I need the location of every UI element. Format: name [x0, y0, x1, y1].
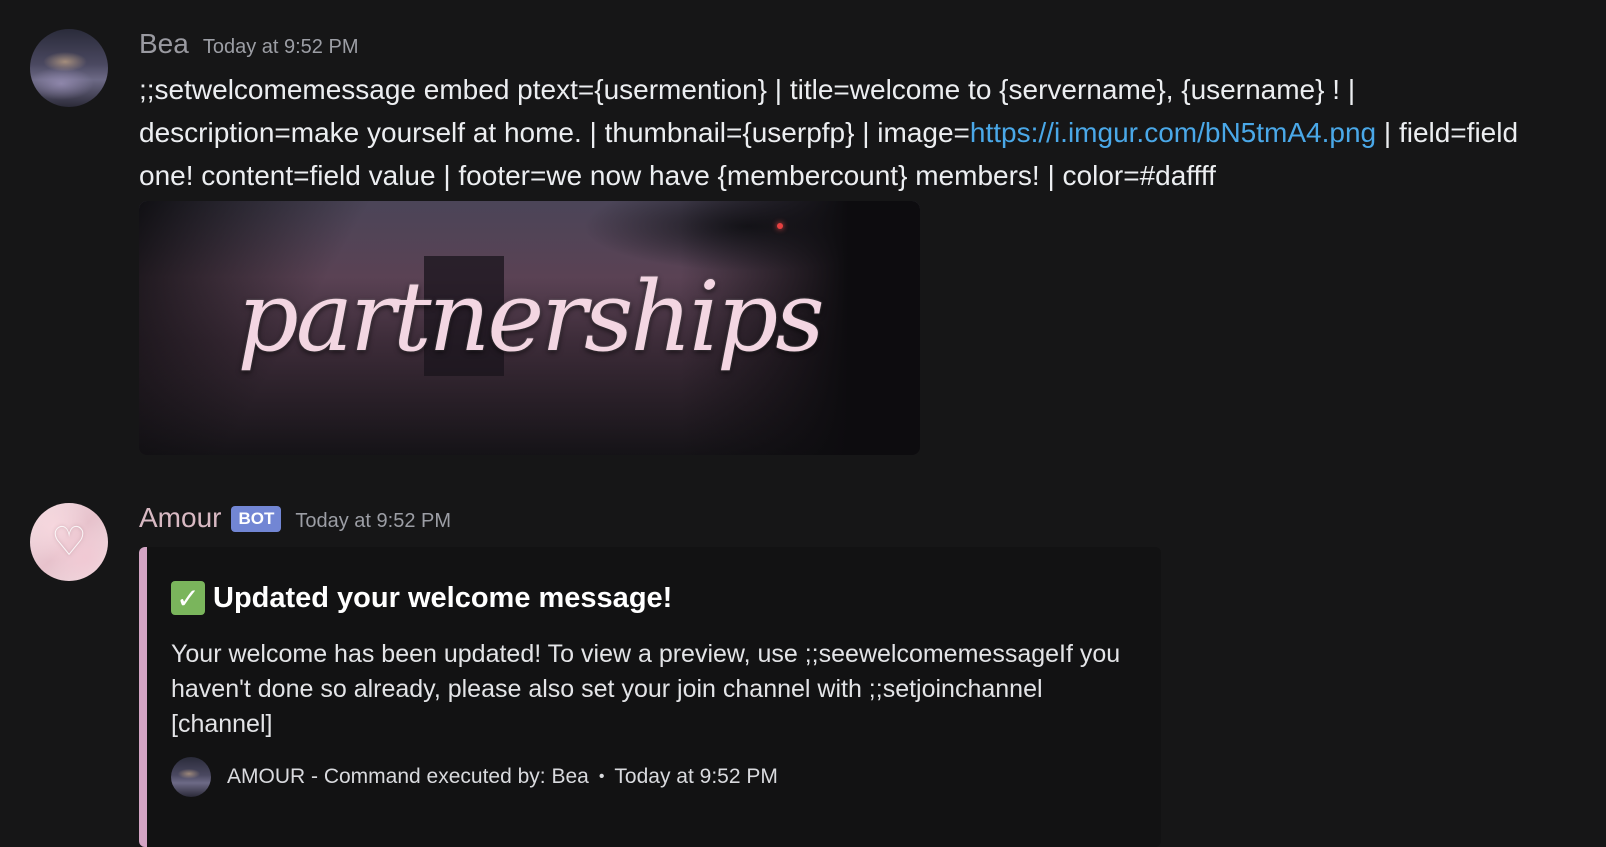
bot-embed: ✓ Updated your welcome message! Your wel… [139, 547, 1161, 847]
red-light [777, 223, 783, 229]
username[interactable]: Bea [139, 28, 189, 60]
timestamp: Today at 9:52 PM [202, 36, 359, 58]
timestamp: Today at 9:52 PM [295, 510, 452, 532]
bea-avatar[interactable] [30, 29, 108, 107]
footer-avatar-icon [171, 757, 211, 797]
embed-footer: AMOUR - Command executed by: Bea • Today… [171, 757, 778, 797]
message-content: ;;setwelcomemessage embed ptext={usermen… [139, 68, 1559, 197]
message-header: Amour BOT Today at 9:52 PM [139, 502, 451, 535]
image-link[interactable]: https://i.imgur.com/bN5tmA4.png [970, 117, 1376, 148]
footer-separator: • [598, 768, 605, 785]
image-attachment[interactable]: partnerships [139, 201, 920, 455]
username[interactable]: Amour [139, 502, 221, 534]
attachment-script-text: partnerships [237, 261, 824, 373]
embed-description: Your welcome has been updated! To view a… [171, 640, 1121, 738]
embed-title-text: Updated your welcome message! [213, 581, 673, 614]
footer-text: AMOUR - Command executed by: Bea [227, 765, 589, 788]
check-mark-icon: ✓ [171, 581, 205, 615]
bot-badge: BOT [231, 506, 282, 532]
message-header: Bea Today at 9:52 PM [139, 28, 358, 60]
embed-title: ✓ Updated your welcome message! [171, 581, 672, 615]
heart-icon: ♡ [51, 520, 87, 564]
amour-avatar[interactable]: ♡ [30, 503, 108, 581]
footer-timestamp: Today at 9:52 PM [614, 765, 778, 788]
